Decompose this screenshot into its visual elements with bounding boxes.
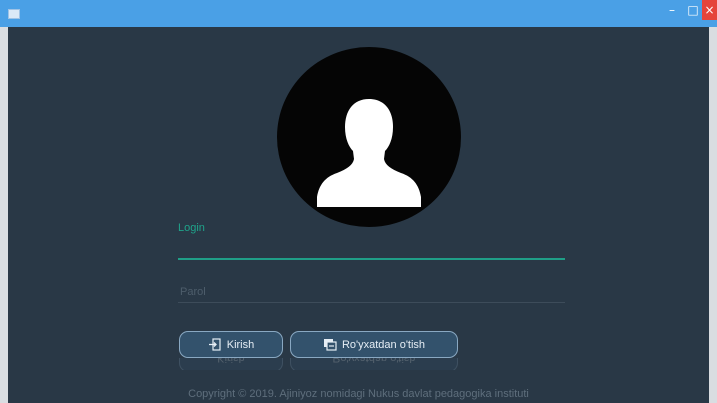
login-underline (178, 258, 565, 260)
title-bar: – □ × (0, 0, 717, 27)
window-frame-right (709, 27, 717, 403)
user-avatar (277, 47, 461, 227)
login-input[interactable] (178, 236, 569, 258)
copyright-text: Copyright © 2019. Ajiniyoz nomidagi Nuku… (188, 388, 529, 400)
register-icon (323, 338, 337, 351)
kirish-label: Kirish (226, 338, 255, 351)
minimize-button[interactable]: – (660, 0, 684, 20)
kirish-reflection-label: Kirish (217, 358, 245, 365)
user-silhouette-icon (317, 99, 421, 207)
close-button[interactable]: × (702, 0, 717, 20)
maximize-button[interactable]: □ (684, 0, 702, 20)
register-label: Ro'yxatdan o'tish (341, 338, 426, 351)
enter-icon (208, 338, 221, 351)
register-button[interactable]: Ro'yxatdan o'tish (290, 331, 458, 358)
login-label: Login (178, 222, 205, 234)
password-underline (178, 302, 565, 303)
register-button-reflection: Ro'yxatdan o'tish (290, 358, 458, 370)
app-icon (8, 9, 20, 19)
password-input[interactable] (178, 281, 569, 303)
window-frame-left (0, 27, 8, 403)
kirish-button-reflection: Kirish (179, 358, 283, 370)
register-reflection-label: Ro'yxatdan o'tish (332, 358, 416, 365)
kirish-button[interactable]: Kirish (179, 331, 283, 358)
